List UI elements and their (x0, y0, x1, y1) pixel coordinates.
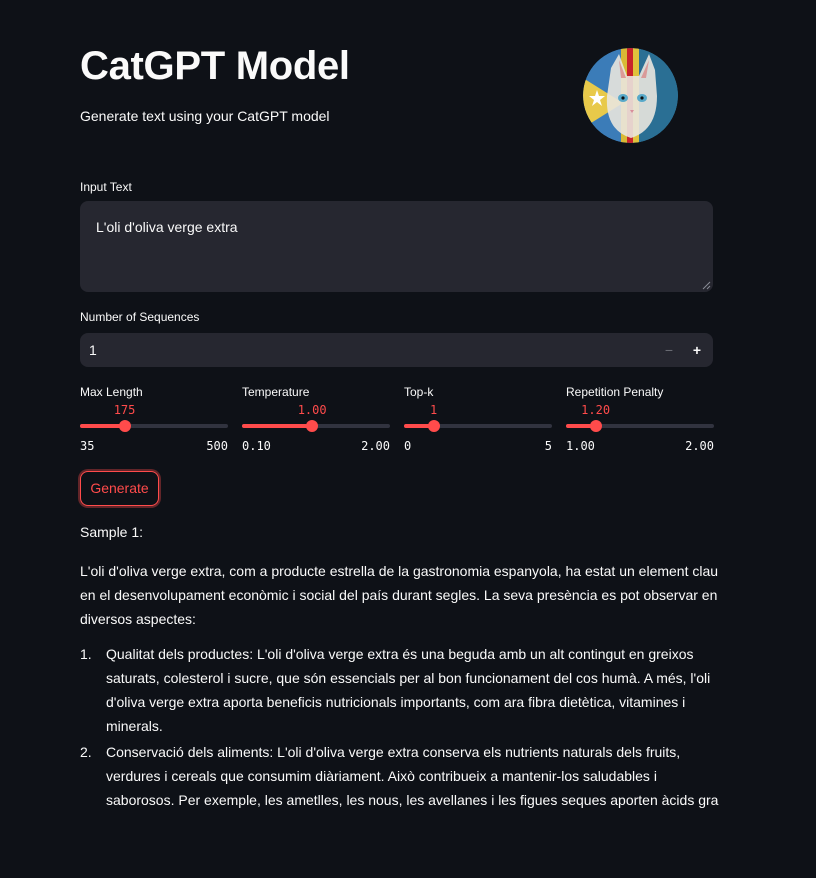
slider-max: 2.00 (685, 439, 714, 453)
slider-min: 0 (404, 439, 412, 453)
slider-fill (242, 424, 313, 428)
slider-repetition-penalty[interactable]: Repetition Penalty 1.20 1.00 2.00 (566, 385, 714, 455)
sample-intro-paragraph: L'oli d'oliva verge extra, com a product… (80, 563, 719, 627)
slider-current-value: 1.20 (581, 403, 611, 417)
slider-current-value: 175 (113, 403, 136, 417)
list-item: 1. Qualitat dels productes: L'oli d'oliv… (80, 642, 720, 738)
slider-min: 0.10 (242, 439, 271, 453)
slider-thumb[interactable] (306, 420, 319, 432)
input-text-area[interactable]: L'oli d'oliva verge extra (80, 201, 713, 292)
slider-min: 1.00 (566, 439, 595, 453)
slider-label: Max Length (80, 385, 143, 399)
num-sequences-value: 1 (89, 342, 97, 358)
num-sequences-label: Number of Sequences (80, 310, 200, 324)
slider-max: 500 (206, 439, 228, 453)
slider-top-k[interactable]: Top-k 1 0 5 (404, 385, 552, 455)
resize-handle-icon[interactable] (701, 280, 711, 290)
slider-temperature[interactable]: Temperature 1.00 0.10 2.00 (242, 385, 390, 455)
slider-min: 35 (80, 439, 95, 453)
page-title: CatGPT Model (80, 44, 350, 88)
slider-max: 5 (544, 439, 552, 453)
cat-logo-icon (583, 48, 678, 143)
input-text-label: Input Text (80, 180, 132, 194)
list-item-text: Qualitat dels productes: L'oli d'oliva v… (106, 646, 711, 734)
input-text-value: L'oli d'oliva verge extra (96, 219, 238, 235)
decrement-button[interactable]: − (655, 333, 683, 367)
num-sequences-input[interactable]: 1 − + (80, 333, 713, 367)
slider-label: Temperature (242, 385, 310, 399)
list-item-text: Conservació dels aliments: L'oli d'oliva… (106, 744, 719, 808)
slider-max-length[interactable]: Max Length 175 35 500 (80, 385, 228, 455)
slider-label: Top-k (404, 385, 434, 399)
list-item-number: 1. (80, 646, 92, 662)
list-item: 2. Conservació dels aliments: L'oli d'ol… (80, 740, 720, 812)
sample-heading: Sample 1: (80, 524, 144, 540)
page-subtitle: Generate text using your CatGPT model (80, 108, 330, 124)
sample-list: 1. Qualitat dels productes: L'oli d'oliv… (80, 642, 720, 814)
list-item-number: 2. (80, 744, 92, 760)
slider-current-value: 1 (429, 403, 438, 417)
generate-button[interactable]: Generate (80, 471, 159, 506)
cat-logo-image (583, 48, 678, 143)
slider-label: Repetition Penalty (566, 385, 664, 399)
slider-thumb[interactable] (427, 420, 440, 432)
slider-max: 2.00 (361, 439, 390, 453)
slider-thumb[interactable] (118, 420, 131, 432)
slider-thumb[interactable] (589, 420, 602, 432)
increment-button[interactable]: + (683, 333, 711, 367)
slider-current-value: 1.00 (297, 403, 327, 417)
